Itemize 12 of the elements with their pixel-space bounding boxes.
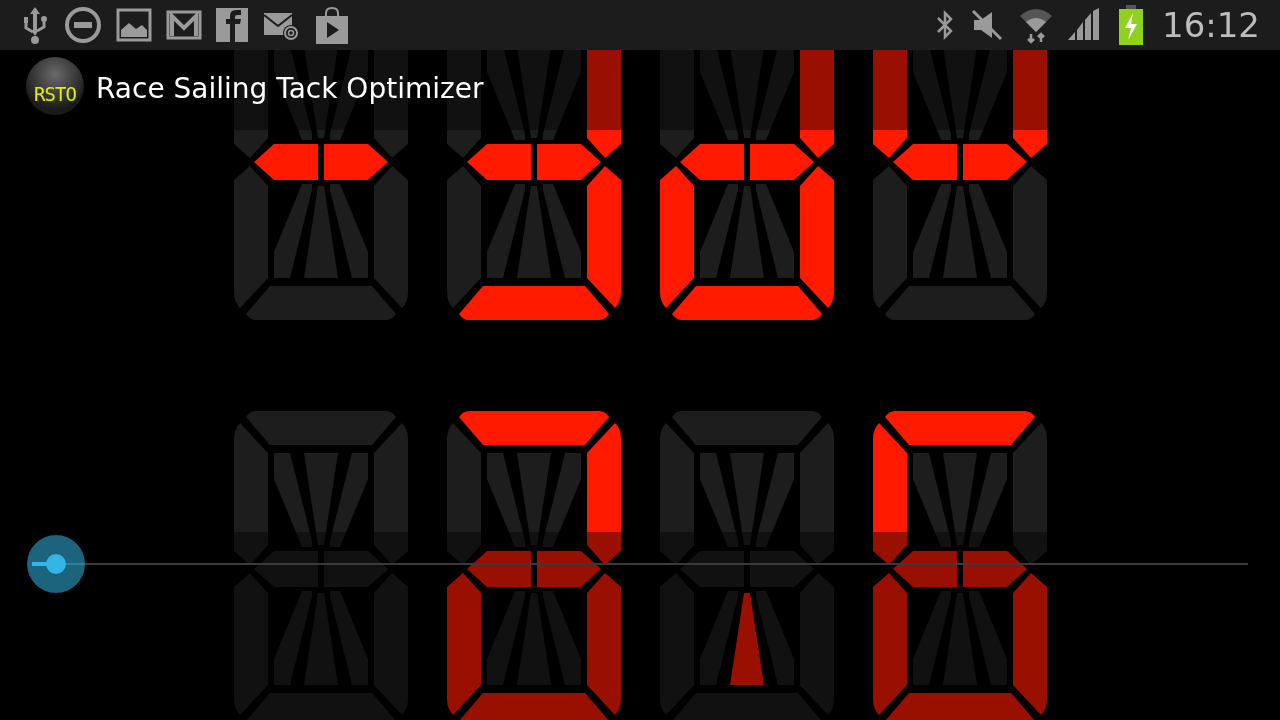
- minus-circle-icon: [64, 6, 102, 44]
- wifi-icon: [1018, 6, 1054, 44]
- mail-icon: [166, 10, 202, 40]
- app-title: Race Sailing Tack Optimizer: [96, 71, 484, 105]
- clock-time: 16:12: [1162, 5, 1260, 45]
- shopping-bag-icon: [314, 6, 350, 44]
- battery-charging-icon: [1118, 5, 1144, 45]
- app-logo-icon[interactable]: RSTO: [26, 57, 84, 115]
- image-icon: [116, 8, 152, 42]
- facebook-icon: [216, 8, 248, 42]
- seekbar-thumb[interactable]: [27, 535, 86, 593]
- muted-speaker-icon: [970, 8, 1004, 42]
